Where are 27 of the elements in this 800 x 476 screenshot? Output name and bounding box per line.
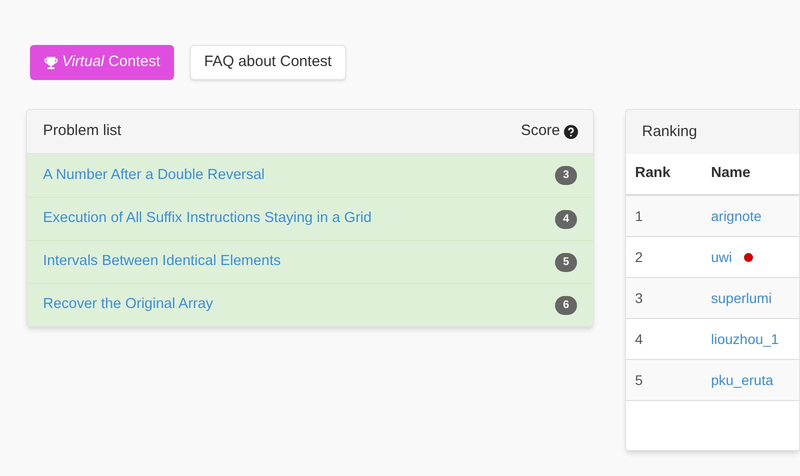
rank-cell-text: 1 <box>634 206 644 226</box>
help-icon <box>564 124 578 138</box>
virtual-contest-button[interactable]: Virtual Contest <box>30 45 174 80</box>
score-badge: 6 <box>555 296 577 314</box>
faq-button[interactable]: FAQ about Contest <box>190 45 346 80</box>
column-header: Rank <box>634 164 672 184</box>
score-badge: 5 <box>555 252 577 272</box>
score-badge: 4 <box>555 210 577 228</box>
panel-title: Ranking <box>642 122 698 142</box>
rank-cell-text: 2 <box>634 248 644 266</box>
user-link[interactable]: pku_eruta <box>711 370 774 390</box>
user-link[interactable]: superlumi <box>711 288 772 308</box>
rank-cell-text: 5 <box>634 370 644 390</box>
rank-cell-text: 3 <box>634 288 644 308</box>
score-label: Score <box>520 121 560 142</box>
panel-title: Problem list <box>43 121 122 142</box>
trophy-icon <box>44 56 58 70</box>
problem-link[interactable]: Recover the Original Array <box>43 294 214 316</box>
user-link[interactable]: uwi <box>711 246 732 268</box>
user-link[interactable]: liouzhou_1 <box>711 328 779 350</box>
problem-link[interactable]: Execution of All Suffix Instructions Staying in a Grid <box>43 208 372 230</box>
column-header: Name <box>711 164 750 184</box>
rank-cell-text: 4 <box>634 330 644 348</box>
problem-link[interactable]: Intervals Between Identical Elements <box>43 251 281 273</box>
user-link[interactable]: arignote <box>711 206 762 226</box>
score-badge: 3 <box>555 166 577 185</box>
problem-link[interactable]: A Number After a Double Reversal <box>43 164 265 186</box>
